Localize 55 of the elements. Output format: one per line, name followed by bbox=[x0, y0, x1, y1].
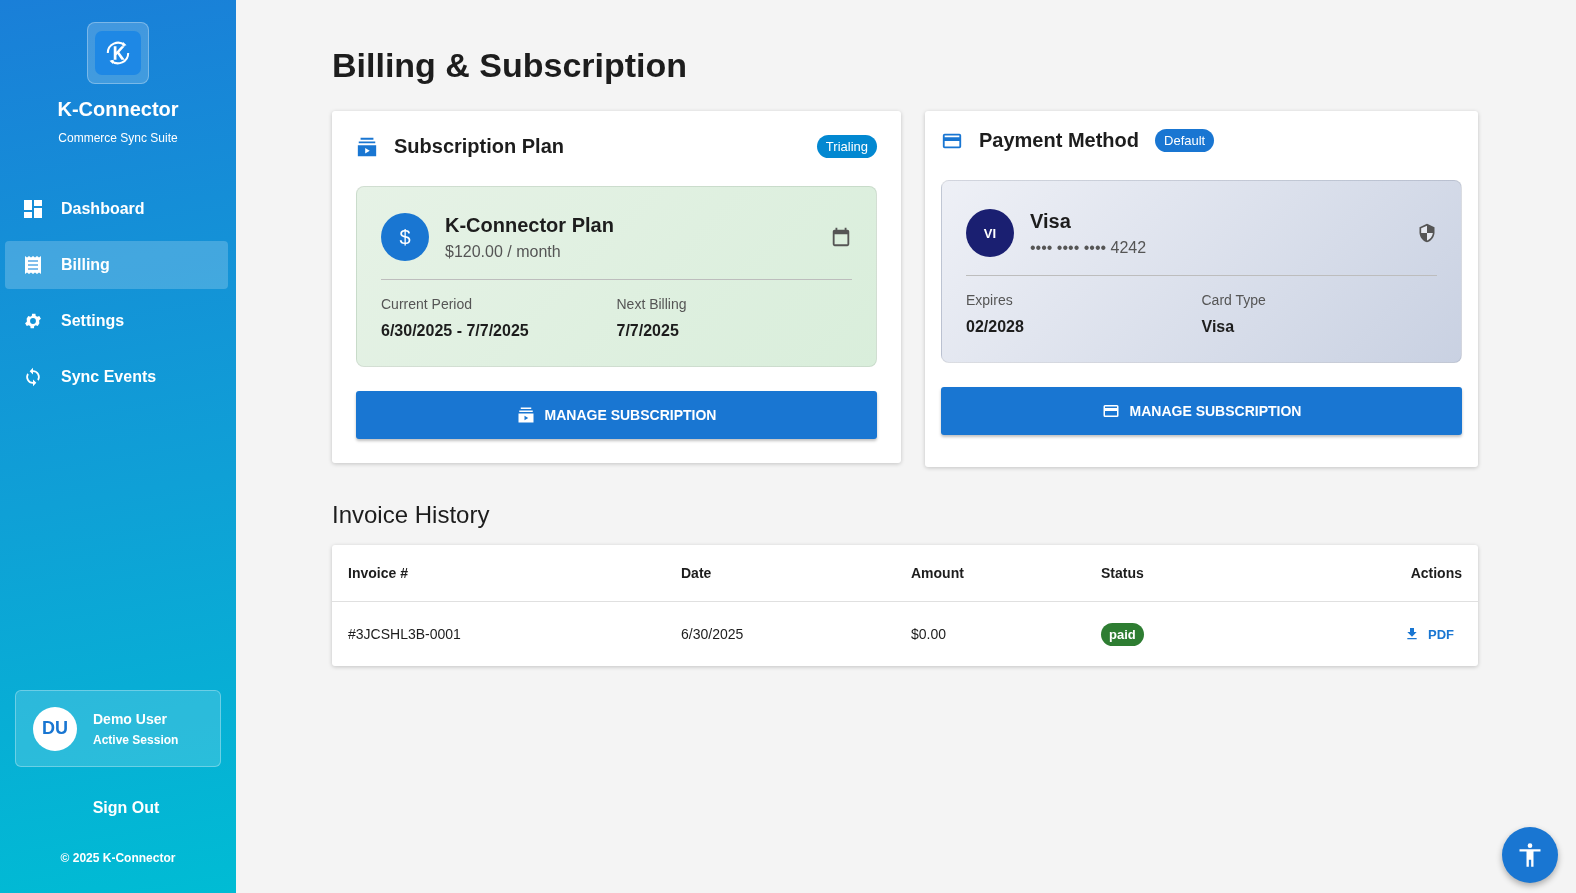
user-name: Demo User bbox=[93, 710, 168, 727]
section-title: Invoice History bbox=[332, 501, 491, 529]
receipt-icon bbox=[23, 255, 43, 275]
field-label: Current Period bbox=[381, 296, 474, 312]
field-value: 02/2028 bbox=[966, 318, 1025, 336]
table-cell-text: #3JCSHL3B-0001 bbox=[348, 626, 462, 642]
card-brand: Visa bbox=[1030, 209, 1072, 233]
default-badge: Default bbox=[1155, 129, 1215, 152]
dashboard-icon bbox=[23, 199, 43, 219]
page-title: Billing & Subscription bbox=[332, 46, 689, 85]
accessibility-button[interactable] bbox=[1502, 827, 1558, 883]
table-cell-text: $0.00 bbox=[911, 626, 948, 642]
shield-icon bbox=[1417, 223, 1437, 243]
column-header: Amount bbox=[911, 565, 965, 581]
settings-icon bbox=[23, 311, 43, 331]
sign-out-button[interactable]: Sign Out bbox=[84, 795, 168, 821]
user-avatar: DU bbox=[33, 706, 77, 751]
field-value: Visa bbox=[1201, 318, 1236, 336]
status-badge: Trialing bbox=[816, 135, 877, 158]
pdf-download-button[interactable]: PDF bbox=[1396, 622, 1462, 646]
subscriptions-icon bbox=[516, 406, 535, 424]
column-header: Invoice # bbox=[348, 565, 409, 581]
subscriptions-icon bbox=[356, 135, 378, 158]
app-logo-icon bbox=[87, 22, 149, 84]
column-header: Date bbox=[681, 565, 713, 581]
nav-item[interactable]: Sync Events bbox=[5, 353, 228, 401]
card-brand-avatar: VI bbox=[966, 209, 1014, 257]
field-value: 7/7/2025 bbox=[616, 322, 680, 340]
field-label: Card Type bbox=[1201, 292, 1267, 308]
column-header: Status bbox=[1101, 565, 1145, 581]
table-cell-text: 6/30/2025 bbox=[681, 626, 745, 642]
card-number: •••• •••• •••• 4242 bbox=[1030, 238, 1147, 257]
field-label: Next Billing bbox=[616, 296, 688, 312]
field-label: Expires bbox=[966, 292, 1014, 308]
calendar-icon bbox=[830, 226, 852, 248]
manage-subscription-button[interactable]: MANAGE SUBSCRIPTION bbox=[356, 391, 877, 439]
manage-subscription-button[interactable]: MANAGE SUBSCRIPTION bbox=[941, 387, 1462, 435]
field-value: 6/30/2025 - 7/7/2025 bbox=[381, 322, 530, 340]
card-title: Subscription Plan bbox=[394, 135, 565, 158]
app-tagline: Commerce Sync Suite bbox=[58, 131, 178, 145]
session-status: Active Session bbox=[93, 732, 179, 747]
nav-item[interactable]: Billing bbox=[5, 241, 228, 289]
dollar-avatar: $ bbox=[381, 213, 429, 261]
app-name: K-Connector bbox=[57, 98, 179, 121]
column-header: Actions bbox=[1409, 565, 1462, 581]
plan-price: $120.00 / month bbox=[445, 242, 562, 261]
nav-item[interactable]: Dashboard bbox=[5, 185, 228, 233]
card-title: Payment Method bbox=[979, 129, 1140, 152]
copyright: © 2025 K-Connector bbox=[60, 851, 176, 865]
sync-icon bbox=[23, 367, 43, 387]
nav-item[interactable]: Settings bbox=[5, 297, 228, 345]
download-icon bbox=[1404, 626, 1420, 642]
credit-card-icon bbox=[1101, 402, 1120, 420]
status-badge: paid bbox=[1101, 623, 1144, 646]
plan-name: K-Connector Plan bbox=[445, 213, 614, 237]
